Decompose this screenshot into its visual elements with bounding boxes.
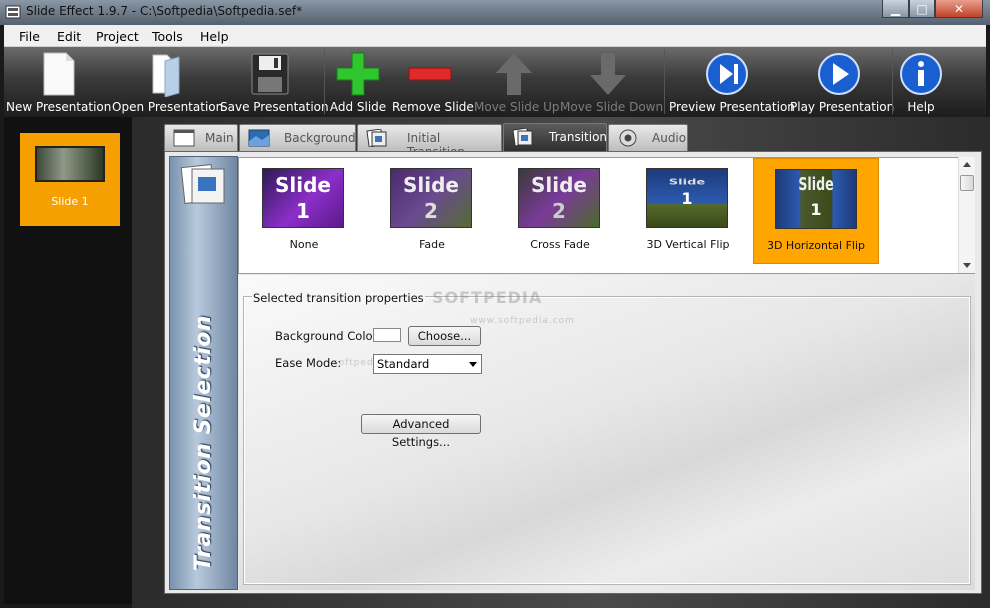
add-slide-button[interactable]: Add Slide bbox=[329, 47, 387, 117]
slide-label: Slide 1 bbox=[51, 195, 89, 208]
transition-thumbnail: Slide 2 bbox=[390, 168, 472, 228]
transition-thumbnail: Slide 1 bbox=[646, 168, 728, 228]
info-icon bbox=[900, 53, 942, 95]
background-color-label: Background Color: bbox=[275, 329, 381, 343]
picture-icon bbox=[248, 129, 270, 147]
transition-name: None bbox=[289, 238, 319, 251]
ease-mode-label: Ease Mode: bbox=[275, 356, 342, 370]
move-slide-up-button[interactable]: Move Slide Up bbox=[474, 47, 560, 117]
transition-item-3d-horizontal-flip[interactable]: Slide 1 3D Horizontal Flip bbox=[753, 158, 879, 264]
help-button[interactable]: Help bbox=[896, 47, 946, 117]
menu-project[interactable]: Project bbox=[96, 29, 139, 44]
toolbar: New Presentation Open Presentation Save … bbox=[4, 47, 986, 117]
transition-thumbnail: Slide 2 bbox=[518, 168, 600, 228]
close-icon: ✕ bbox=[953, 1, 965, 16]
remove-slide-button[interactable]: Remove Slide bbox=[392, 47, 474, 117]
transition-item-none[interactable]: Slide 1 None bbox=[241, 158, 367, 264]
chevron-down-icon bbox=[469, 362, 477, 367]
menu-bar: File Edit Project Tools Help bbox=[4, 25, 986, 47]
maximize-icon: □ bbox=[916, 1, 928, 16]
save-presentation-button[interactable]: Save Presentation bbox=[220, 47, 329, 117]
app-icon bbox=[5, 5, 21, 19]
slide-thumbnail[interactable]: Slide 1 bbox=[20, 133, 120, 226]
preview-presentation-button[interactable]: Preview Presentation bbox=[669, 47, 795, 117]
choose-color-button[interactable]: Choose... bbox=[408, 326, 481, 346]
transition-selection-sidebar: Transition Selection bbox=[169, 156, 238, 590]
arrow-up-icon bbox=[496, 53, 532, 95]
open-folder-icon bbox=[152, 54, 180, 97]
scroll-thumb[interactable] bbox=[960, 175, 974, 191]
transition-thumbnail: Slide 1 bbox=[775, 169, 857, 229]
play-presentation-button[interactable]: Play Presentation bbox=[790, 47, 894, 117]
window-icon bbox=[173, 129, 195, 147]
transition-name: Fade bbox=[419, 238, 445, 251]
ease-mode-value: Standard bbox=[377, 357, 430, 371]
step-forward-icon bbox=[706, 53, 748, 95]
minus-icon bbox=[408, 67, 452, 81]
transition-name: 3D Vertical Flip bbox=[646, 238, 730, 251]
menu-edit[interactable]: Edit bbox=[57, 29, 81, 44]
title-bar: Slide Effect 1.9.7 - C:\Softpedia\Softpe… bbox=[0, 0, 990, 25]
properties-group-label: Selected transition properties bbox=[252, 291, 425, 305]
menu-tools[interactable]: Tools bbox=[152, 29, 183, 44]
new-presentation-button[interactable]: New Presentation bbox=[6, 47, 111, 117]
minimize-icon: ▁ bbox=[890, 1, 901, 16]
tab-main[interactable]: Main bbox=[164, 124, 238, 151]
transition-name: 3D Horizontal Flip bbox=[766, 239, 866, 252]
advanced-settings-button[interactable]: Advanced Settings... bbox=[361, 414, 481, 449]
speaker-icon bbox=[619, 129, 637, 147]
transition-slides-icon bbox=[180, 163, 225, 205]
open-presentation-button[interactable]: Open Presentation bbox=[112, 47, 223, 117]
menu-file[interactable]: File bbox=[19, 29, 40, 44]
play-icon bbox=[818, 53, 860, 95]
transition-name: Cross Fade bbox=[530, 238, 590, 251]
minimize-button[interactable]: ▁ bbox=[882, 0, 909, 18]
tab-background[interactable]: Background bbox=[239, 124, 356, 151]
slide-list-panel: Slide 1 bbox=[4, 117, 132, 604]
transition-thumbnail: Slide 1 bbox=[262, 168, 344, 228]
slides-icon bbox=[512, 128, 533, 146]
plus-icon bbox=[336, 52, 380, 96]
slide-preview-image bbox=[35, 146, 105, 182]
floppy-disk-icon bbox=[251, 53, 289, 95]
transition-gallery: Slide 1 None Slide 2 Fade Slide 2 Cross … bbox=[238, 157, 975, 274]
ease-mode-select[interactable]: Standard bbox=[373, 354, 482, 374]
transition-item-fade[interactable]: Slide 2 Fade bbox=[369, 158, 495, 264]
scroll-up-icon[interactable] bbox=[963, 162, 971, 167]
tab-transition[interactable]: Transition bbox=[503, 123, 607, 151]
arrow-down-icon bbox=[590, 53, 626, 95]
gallery-scrollbar[interactable] bbox=[958, 157, 975, 273]
slides-icon bbox=[366, 129, 387, 147]
close-button[interactable]: ✕ bbox=[935, 0, 983, 18]
tab-initial-transition[interactable]: Initial Transition bbox=[357, 124, 502, 159]
new-document-icon bbox=[43, 52, 75, 96]
transition-item-cross-fade[interactable]: Slide 2 Cross Fade bbox=[497, 158, 623, 264]
move-slide-down-button[interactable]: Move Slide Down bbox=[560, 47, 663, 117]
maximize-button[interactable]: □ bbox=[909, 0, 935, 18]
background-color-swatch[interactable] bbox=[373, 328, 401, 342]
scroll-down-icon[interactable] bbox=[963, 263, 971, 268]
window-title: Slide Effect 1.9.7 - C:\Softpedia\Softpe… bbox=[26, 4, 303, 18]
tab-audio[interactable]: Audio bbox=[608, 124, 688, 151]
transition-item-3d-vertical-flip[interactable]: Slide 1 3D Vertical Flip bbox=[625, 158, 751, 264]
menu-help[interactable]: Help bbox=[200, 29, 229, 44]
